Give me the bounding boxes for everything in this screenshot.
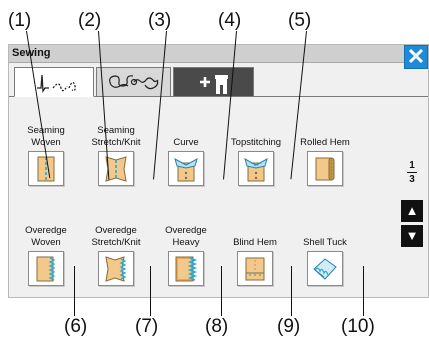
overedge-heavy-button[interactable] xyxy=(168,251,204,286)
shell-tuck-button[interactable] xyxy=(307,251,343,286)
stitch-item-curve: Curve xyxy=(152,125,220,186)
stitch-item-shell-tuck: Shell Tuck xyxy=(291,225,359,286)
stitch-item-overedge-knit: Overedge Stretch/Knit xyxy=(82,225,150,286)
overedge-heavy-icon xyxy=(175,256,198,282)
triangle-up-icon[interactable]: ▲ xyxy=(401,200,423,222)
callout-10: (10) xyxy=(341,316,375,337)
callout-6: (6) xyxy=(64,316,88,337)
curve-collar-icon xyxy=(174,157,198,182)
stitch-label: Topstitching xyxy=(230,137,282,148)
curve-button[interactable] xyxy=(168,151,204,186)
stitch-label: Blind Hem xyxy=(233,237,277,248)
page-total: 3 xyxy=(409,174,415,185)
utility-stitch-icon xyxy=(37,74,76,93)
stitch-label: Overedge Stretch/Knit xyxy=(91,225,141,248)
stitch-label: Seaming Woven xyxy=(27,125,65,148)
stitch-label: Overedge Woven xyxy=(25,225,67,248)
seam-knit-button[interactable] xyxy=(98,151,134,186)
tab-custom-stitches[interactable] xyxy=(173,67,254,97)
callout-5: (5) xyxy=(288,10,312,31)
stitch-item-rolled-hem: Rolled Hem xyxy=(291,125,359,186)
topstitching-button[interactable] xyxy=(238,151,274,186)
callout-2: (2) xyxy=(78,10,102,31)
rolled-hem-icon xyxy=(315,157,335,181)
shell-tuck-icon xyxy=(313,258,337,280)
callout-9: (9) xyxy=(277,316,301,337)
leader-line-10 xyxy=(362,266,364,316)
close-icon[interactable]: ✕ xyxy=(404,45,428,69)
topstitch-collar-icon xyxy=(244,157,268,182)
stitch-label: Overedge Heavy xyxy=(165,225,207,248)
leader-line-8 xyxy=(220,266,222,316)
plus-presser-foot-icon xyxy=(200,75,228,94)
page-indicator: 1 3 xyxy=(400,160,424,185)
overedge-woven-icon xyxy=(36,256,56,282)
blind-hem-icon xyxy=(245,257,265,281)
stitch-label: Shell Tuck xyxy=(303,237,347,248)
callout-3: (3) xyxy=(148,10,172,31)
callout-8: (8) xyxy=(205,316,229,337)
stitch-item-blind-hem: Blind Hem xyxy=(221,225,289,286)
leader-line-6 xyxy=(73,266,75,316)
stitch-label: Curve xyxy=(173,137,199,148)
blind-hem-button[interactable] xyxy=(237,251,273,286)
overedge-knit-icon xyxy=(105,256,127,282)
title-bar: Sewing xyxy=(9,45,428,63)
stitch-label: Seaming Stretch/Knit xyxy=(91,125,141,148)
rolled-hem-button[interactable] xyxy=(307,151,343,186)
callout-7: (7) xyxy=(135,316,159,337)
stitch-item-seaming-knit: Seaming Stretch/Knit xyxy=(82,125,150,186)
overedge-knit-button[interactable] xyxy=(98,251,134,286)
page-current: 1 xyxy=(409,160,415,171)
sewing-window: Sewing ✕ Seaming Woven Seaming Stretch/K… xyxy=(8,44,429,298)
stitch-item-overedge-woven: Overedge Woven xyxy=(12,225,80,286)
page-fraction-bar xyxy=(407,172,417,173)
callout-1: (1) xyxy=(8,10,32,31)
stitch-item-overedge-heavy: Overedge Heavy xyxy=(152,225,220,286)
callout-4: (4) xyxy=(218,10,242,31)
screen: (1) (2) (3) (4) (5) (6) (7) (8) (9) (10)… xyxy=(0,0,429,345)
stitch-label: Rolled Hem xyxy=(300,137,350,148)
stitch-item-topstitching: Topstitching xyxy=(222,125,290,186)
overedge-woven-button[interactable] xyxy=(28,251,64,286)
tab-utility-stitches[interactable] xyxy=(14,67,94,97)
leader-line-7 xyxy=(149,266,151,316)
leader-line-9 xyxy=(290,266,292,316)
triangle-down-icon[interactable]: ▼ xyxy=(401,225,423,247)
